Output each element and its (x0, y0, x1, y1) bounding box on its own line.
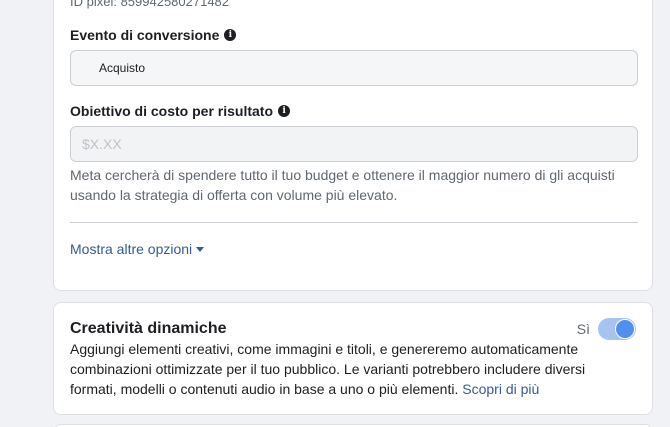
cost-goal-helper-text: Meta cercherà di spendere tutto il tuo b… (70, 167, 615, 203)
caret-down-icon (196, 246, 205, 252)
learn-more-link[interactable]: Scopri di più (462, 381, 539, 397)
delivery-settings-card: ID pixel: 859942580271482 Evento di conv… (53, 0, 653, 291)
conversion-event-label-text: Evento di conversione (70, 27, 220, 43)
conversion-event-value: Acquisto (99, 61, 146, 75)
show-more-options-link[interactable]: Mostra altre opzioni (70, 241, 205, 257)
dynamic-creative-card: Creatività dinamiche Sì Aggiungi element… (53, 302, 653, 415)
dynamic-creative-toggle[interactable] (598, 318, 636, 340)
cost-goal-label-text: Obiettivo di costo per risultato (70, 103, 274, 119)
toggle-state-label: Sì (576, 321, 590, 337)
toggle-knob (615, 319, 635, 339)
dynamic-creative-title: Creatività dinamiche (70, 320, 227, 337)
conversion-event-label: Evento di conversione i (70, 27, 237, 43)
cost-goal-label: Obiettivo di costo per risultato i (70, 103, 291, 119)
dynamic-creative-description: Aggiungi elementi creativi, come immagin… (70, 339, 600, 399)
info-icon[interactable]: i (278, 105, 291, 117)
conversion-event-field[interactable]: Acquisto (70, 50, 638, 86)
show-more-options-label: Mostra altre opzioni (70, 241, 193, 257)
pixel-id-text: ID pixel: 859942580271482 (70, 0, 230, 9)
info-icon[interactable]: i (224, 29, 237, 41)
dynamic-creative-toggle-group: Sì (577, 318, 636, 340)
cost-goal-input[interactable] (70, 126, 638, 162)
divider (70, 222, 638, 223)
